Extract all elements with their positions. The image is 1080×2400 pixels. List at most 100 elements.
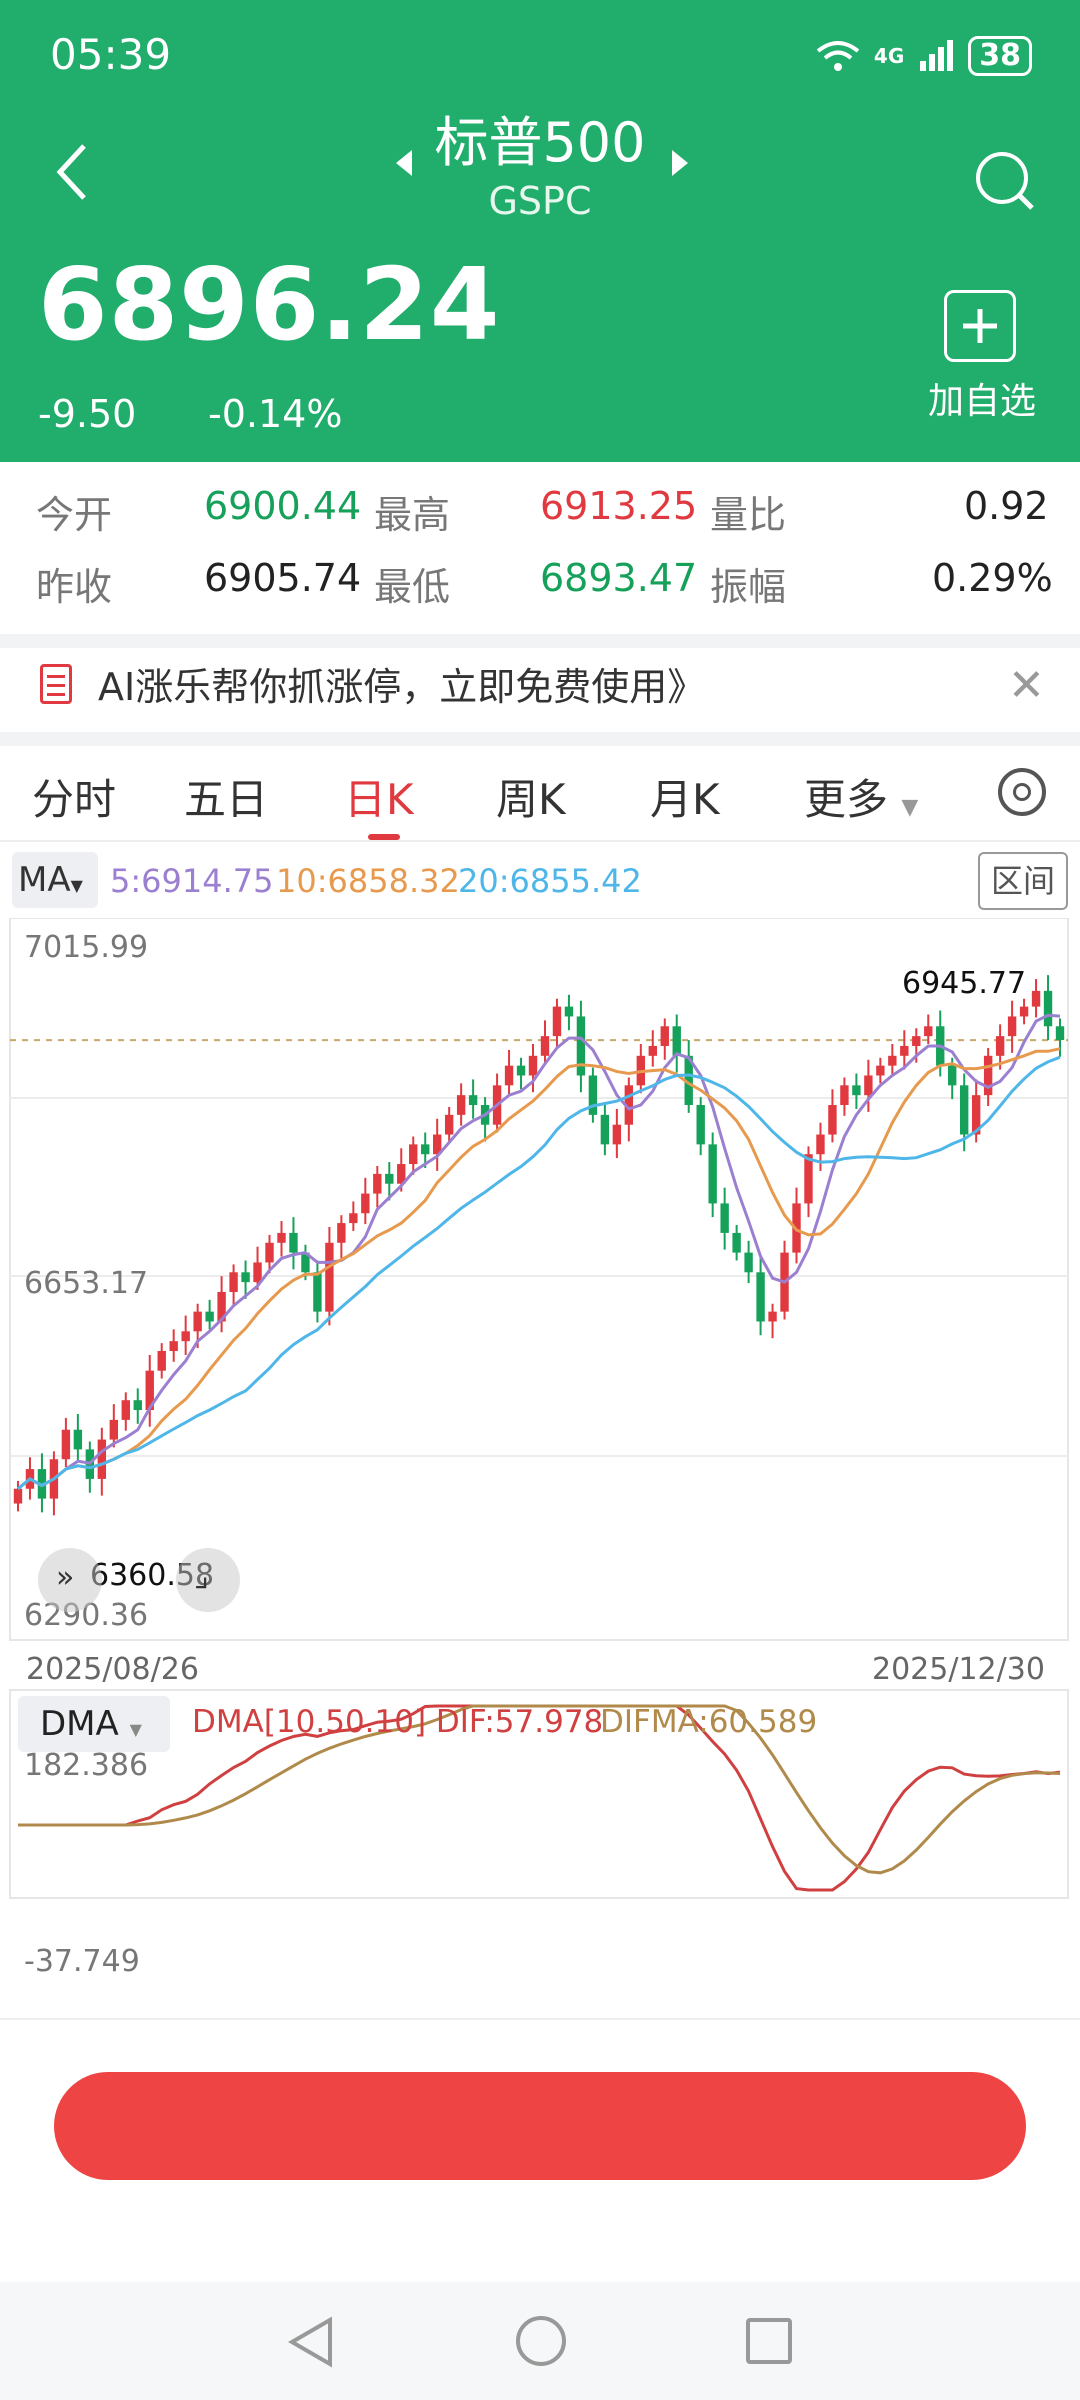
candle <box>840 1085 849 1106</box>
dma-difma-value: DIFMA:60.589 <box>600 1704 818 1740</box>
candle <box>181 1331 190 1342</box>
current-price: 6896.24 <box>38 246 501 363</box>
candle <box>61 1429 71 1460</box>
candle <box>1019 1006 1029 1017</box>
candle <box>648 1045 657 1056</box>
prevclose-value: 6905.74 <box>204 556 362 600</box>
tab-more[interactable]: 更多 ▼ <box>804 766 918 827</box>
trade-button[interactable] <box>54 2072 1026 2180</box>
period-tabs: 分时 五日 日K 周K 月K 更多 ▼ <box>0 746 1080 842</box>
tab-weekly-k[interactable]: 周K <box>496 766 566 827</box>
candle <box>169 1341 178 1352</box>
x-axis-start-date: 2025/08/26 <box>26 1652 199 1687</box>
trade-button-label <box>534 2103 547 2149</box>
candle <box>456 1095 466 1115</box>
quote-header: 05:39 4G 38 标普500 GSPC 6896.24 -9.50 -0.… <box>0 0 1080 462</box>
candle <box>13 1488 23 1504</box>
candlestick-series <box>13 975 1065 1516</box>
ma20-line <box>17 1055 1061 1490</box>
candle <box>696 1105 705 1145</box>
double-chevron-right-icon: » <box>56 1560 75 1595</box>
ma5-value: 5:6914.75 <box>110 862 274 900</box>
candle <box>468 1095 478 1106</box>
candle <box>960 1085 969 1135</box>
signal-icon <box>920 40 954 71</box>
candle <box>804 1154 813 1204</box>
tab-monthly-k[interactable]: 月K <box>650 766 720 827</box>
candle <box>121 1400 130 1420</box>
volratio-value: 0.92 <box>964 484 1049 528</box>
amplitude-label: 振幅 <box>710 565 787 609</box>
candle <box>1043 990 1053 1027</box>
candle <box>876 1065 885 1076</box>
tab-daily-k[interactable]: 日K <box>344 766 414 827</box>
indicator-select[interactable]: MA▼ <box>12 852 98 908</box>
dma-y-high: 182.386 <box>24 1748 149 1783</box>
ai-promo-text[interactable]: AI涨乐帮你抓涨停，立即免费使用》 <box>98 656 705 711</box>
nav-home-icon[interactable] <box>516 2316 566 2366</box>
candle <box>73 1429 83 1450</box>
candle <box>1031 990 1041 1007</box>
status-time: 05:39 <box>50 30 172 79</box>
candle <box>337 1223 346 1243</box>
candle <box>900 1045 909 1056</box>
search-icon[interactable] <box>972 148 1036 212</box>
settings-icon[interactable] <box>998 768 1046 816</box>
candle <box>600 1114 610 1145</box>
candle <box>1055 1026 1065 1041</box>
candle <box>660 1026 669 1046</box>
tab-more-label: 更多 <box>804 775 889 824</box>
network-label: 4G <box>873 44 905 68</box>
chevron-down-icon: ▼ <box>901 795 919 820</box>
candle <box>373 1173 382 1194</box>
index-code: GSPC <box>488 179 592 223</box>
candle <box>924 1026 933 1037</box>
candle <box>504 1065 514 1086</box>
candle <box>768 1311 777 1322</box>
candle <box>313 1272 322 1312</box>
ma-lines <box>17 1013 1061 1490</box>
candle <box>265 1242 274 1263</box>
candle <box>229 1272 238 1292</box>
candle <box>912 1036 921 1046</box>
ma10-line <box>17 1047 1061 1490</box>
candle <box>864 1075 873 1096</box>
dma-indicator-select[interactable]: DMA ▼ <box>18 1696 170 1752</box>
high-value: 6913.25 <box>540 484 698 528</box>
active-tab-indicator <box>368 834 400 840</box>
candle <box>552 1006 562 1037</box>
candle <box>97 1439 107 1479</box>
candle <box>672 1026 681 1056</box>
chevron-down-icon: ▼ <box>70 876 83 895</box>
add-watchlist-label[interactable]: 加自选 <box>920 372 1044 424</box>
candle <box>241 1272 250 1283</box>
candle <box>157 1351 166 1371</box>
candle <box>289 1232 298 1253</box>
dma-dif-value: DMA[10.50.10] DIF:57.978 <box>192 1704 604 1740</box>
indicator-select-label: MA <box>18 860 71 900</box>
nav-back-icon[interactable] <box>286 2316 336 2368</box>
candle <box>109 1419 118 1440</box>
dma-select-label: DMA <box>40 1704 119 1744</box>
plus-icon <box>963 309 997 343</box>
open-value: 6900.44 <box>204 484 362 528</box>
add-watchlist-button[interactable] <box>944 290 1016 362</box>
open-label: 今开 <box>36 493 113 537</box>
tab-five-day[interactable]: 五日 <box>184 766 268 827</box>
close-icon[interactable]: ✕ <box>1008 660 1045 711</box>
candle <box>888 1055 897 1066</box>
candle <box>205 1311 214 1322</box>
section-divider <box>0 732 1080 746</box>
chevron-down-icon: ▼ <box>129 1720 142 1739</box>
nav-recent-apps-icon[interactable] <box>746 2318 792 2364</box>
price-change-percent: -0.14% <box>208 392 343 436</box>
candle <box>564 1006 574 1017</box>
next-index-arrow-icon[interactable] <box>668 148 692 178</box>
kline-chart[interactable] <box>0 918 1080 2018</box>
candle <box>277 1232 286 1243</box>
range-button[interactable]: 区间 <box>978 852 1068 910</box>
candle <box>816 1134 825 1155</box>
candle <box>193 1311 202 1332</box>
tab-intraday[interactable]: 分时 <box>32 766 116 827</box>
back-arrow-icon[interactable] <box>52 140 92 204</box>
